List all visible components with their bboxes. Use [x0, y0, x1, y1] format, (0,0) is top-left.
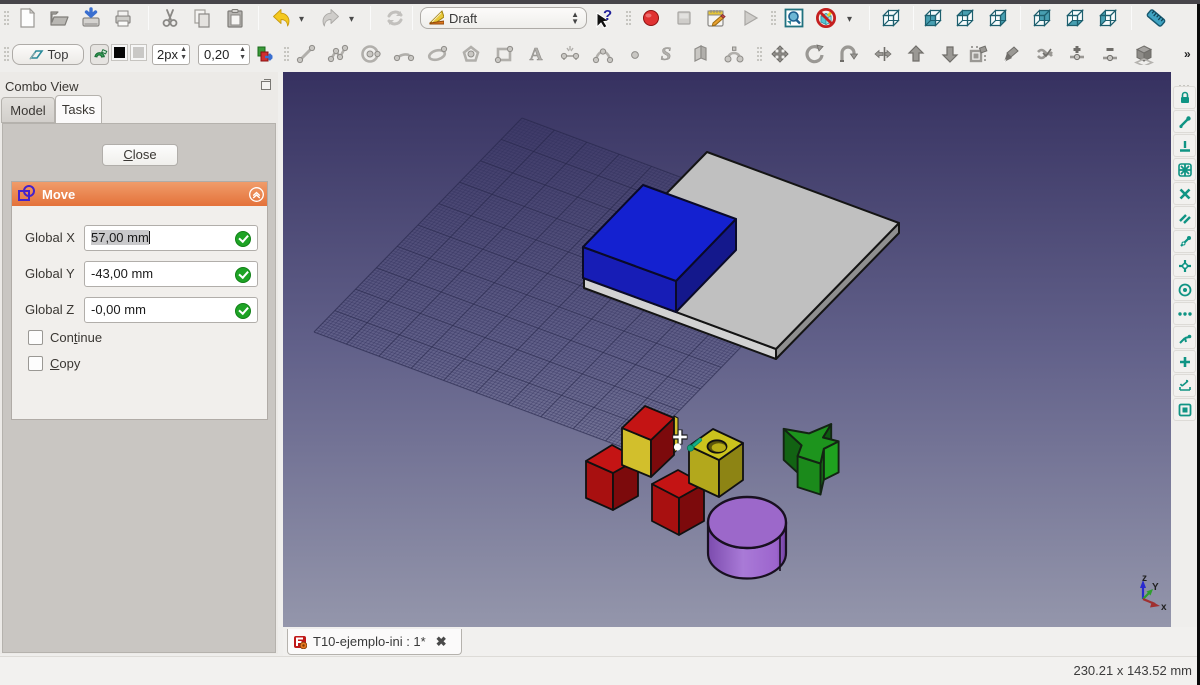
svg-text:S: S	[661, 44, 672, 65]
svg-text:z: z	[1142, 573, 1147, 584]
svg-text:?: ?	[603, 7, 612, 24]
svg-text:x: x	[1161, 602, 1167, 613]
svg-text:Y: Y	[1152, 582, 1159, 593]
svg-text:A: A	[530, 44, 543, 64]
